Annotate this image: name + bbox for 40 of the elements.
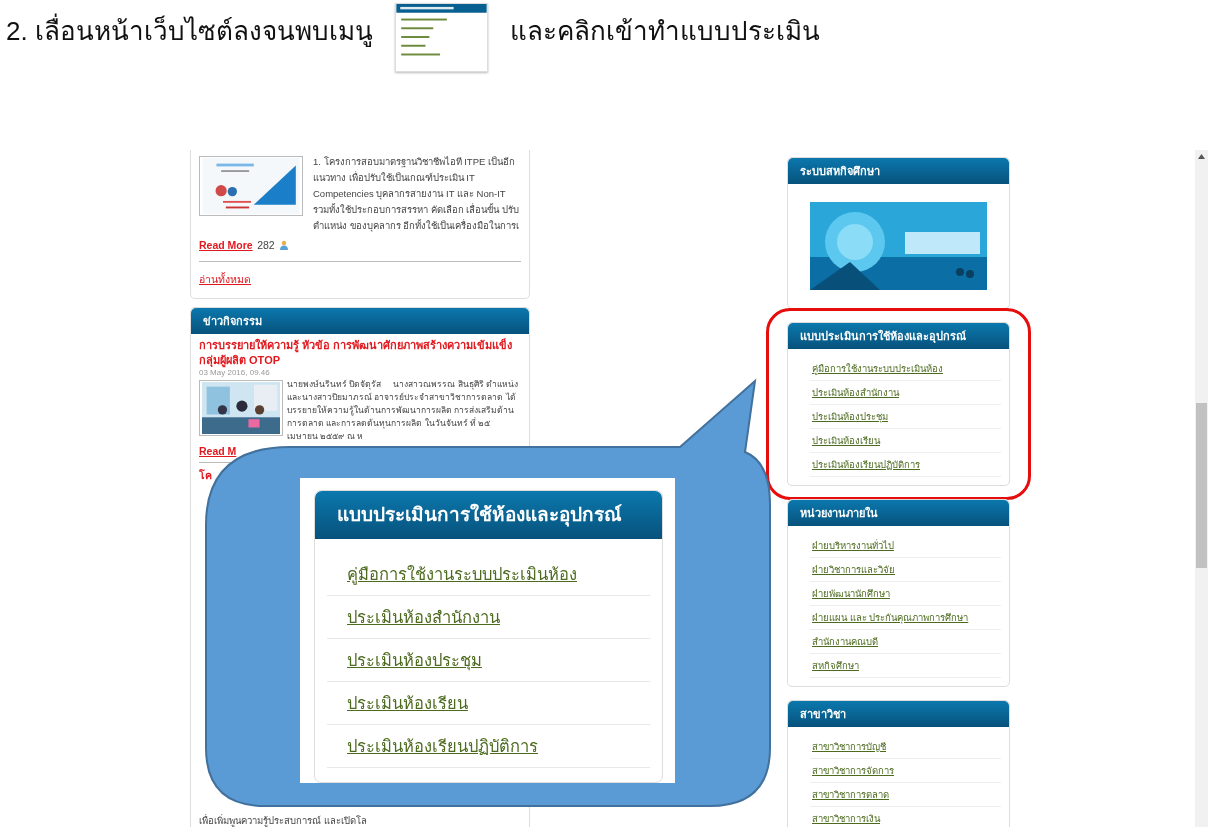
date-text: 03 May 2016, 09.46 [199,368,271,378]
menu-link[interactable]: ประเมินห้องเรียน [327,682,650,725]
sidebar-link[interactable]: ฝ่ายแผน และ ประกันคุณภาพการศึกษา [810,606,1001,630]
menu-link[interactable]: ประเมินห้องสำนักงาน [327,596,650,639]
read-all-link[interactable]: อ่านทั้งหมด [199,273,251,285]
sidebar-link[interactable]: ฝ่ายวิชาการและวิจัย [810,558,1001,582]
news-text: เพื่อเพิ่มพูนความรู้ประสบการณ์ และเปิดโล [199,815,368,827]
news-title[interactable]: โค [199,469,212,481]
menu-link[interactable]: คู่มือการใช้งานระบบประเมินห้อง [327,553,650,596]
sidebar-link[interactable]: สำนักงานคณบดี [810,630,1001,654]
instruction-text: และคลิกเข้าทำแบบประเมิน [509,16,820,48]
sidebar-link[interactable]: ประเมินห้องประชุม [810,405,1001,429]
menu-link[interactable]: ประเมินห้องเรียนปฏิบัติการ [327,725,650,768]
sidebar-link[interactable]: ประเมินห้องเรียน [810,429,1001,453]
sidebar-link[interactable]: สาขาวิชาการตลาด [810,783,1001,807]
card-header: แบบประเมินการใช้ห้องและอุปกรณ์ [788,323,1009,349]
sidebar-link[interactable]: ฝ่ายบริหารงานทั่วไป [810,534,1001,558]
news-text: 1. โครงการสอบมาตรฐานวิชาชีพไอที ITPE เป็นอีกแนวทาง เพื่อปรับใช้เป็นเกณฑ์ประเมิน IT Competencies บุคลากรสายงาน IT และ Non-IT รวมทั้งใช้ประกอบการสรรหา คัดเลือก เลื่อนขั้น ปรับตำแหน่ง ของบุคลากร อีกทั้งใช้เป็นเครื่องมือในการเ [312,155,521,234]
sidebar-link[interactable]: ประเมินห้องเรียนปฏิบัติการ [810,453,1001,477]
card-header: หน่วยงานภายใน [788,500,1009,526]
scrollbar-thumb[interactable] [1196,403,1207,568]
sidebar-link[interactable]: สาขาวิชาการจัดการ [810,759,1001,783]
scrollbar[interactable] [1195,150,1208,827]
user-icon [279,239,290,250]
card-header: ข่าวกิจกรรม [191,308,529,334]
news-text: นายพงษ์นรินทร์ ปิดจัตุรัส นางสาวณพรรณ สินธุศิริ ตำแหน่ง และนางสาวปิยมาภรณ์ อาจารย์ประจำสาขาวิชาการตลาด ได้บรรยายให้ความรู้ในด้านการพัฒนาการผลิต การส่งเสริมด้านการตลาด และการลดต้นทุนการผลิต ในวันจันทร์ ที่ ๒๕ เมษายน ๒๕๕๙ ณ ห [287,378,519,443]
sidebar-link[interactable]: สาขาวิชาการเงิน [810,807,1001,827]
menu-link[interactable]: ประเมินห้องประชุม [327,639,650,682]
card-header: ระบบสหกิจศึกษา [788,158,1009,184]
card-header: สาขาวิชา [788,701,1009,727]
sidebar-link[interactable]: ประเมินห้องสำนักงาน [810,381,1001,405]
sidebar-link[interactable]: ฝ่ายพัฒนานักศึกษา [810,582,1001,606]
sidebar-link[interactable]: สาขาวิชาการบัญชี [810,735,1001,759]
read-more-link[interactable]: Read More [199,239,253,251]
card-header: แบบประเมินการใช้ห้องและอุปกรณ์ [315,491,662,539]
news-title[interactable]: การบรรยายให้ความรู้ หัวข้อ การพัฒนาศักยภาพสร้างความเข้มแข็งกลุ่มผู้ผลิต OTOP [199,338,521,368]
read-more-link[interactable]: Read M [199,445,237,457]
view-count: 282 [257,239,275,251]
sidebar-link[interactable]: สหกิจศึกษา [810,654,1001,678]
sidebar-link[interactable]: คู่มือการใช้งานระบบประเมินห้อง [810,357,1001,381]
